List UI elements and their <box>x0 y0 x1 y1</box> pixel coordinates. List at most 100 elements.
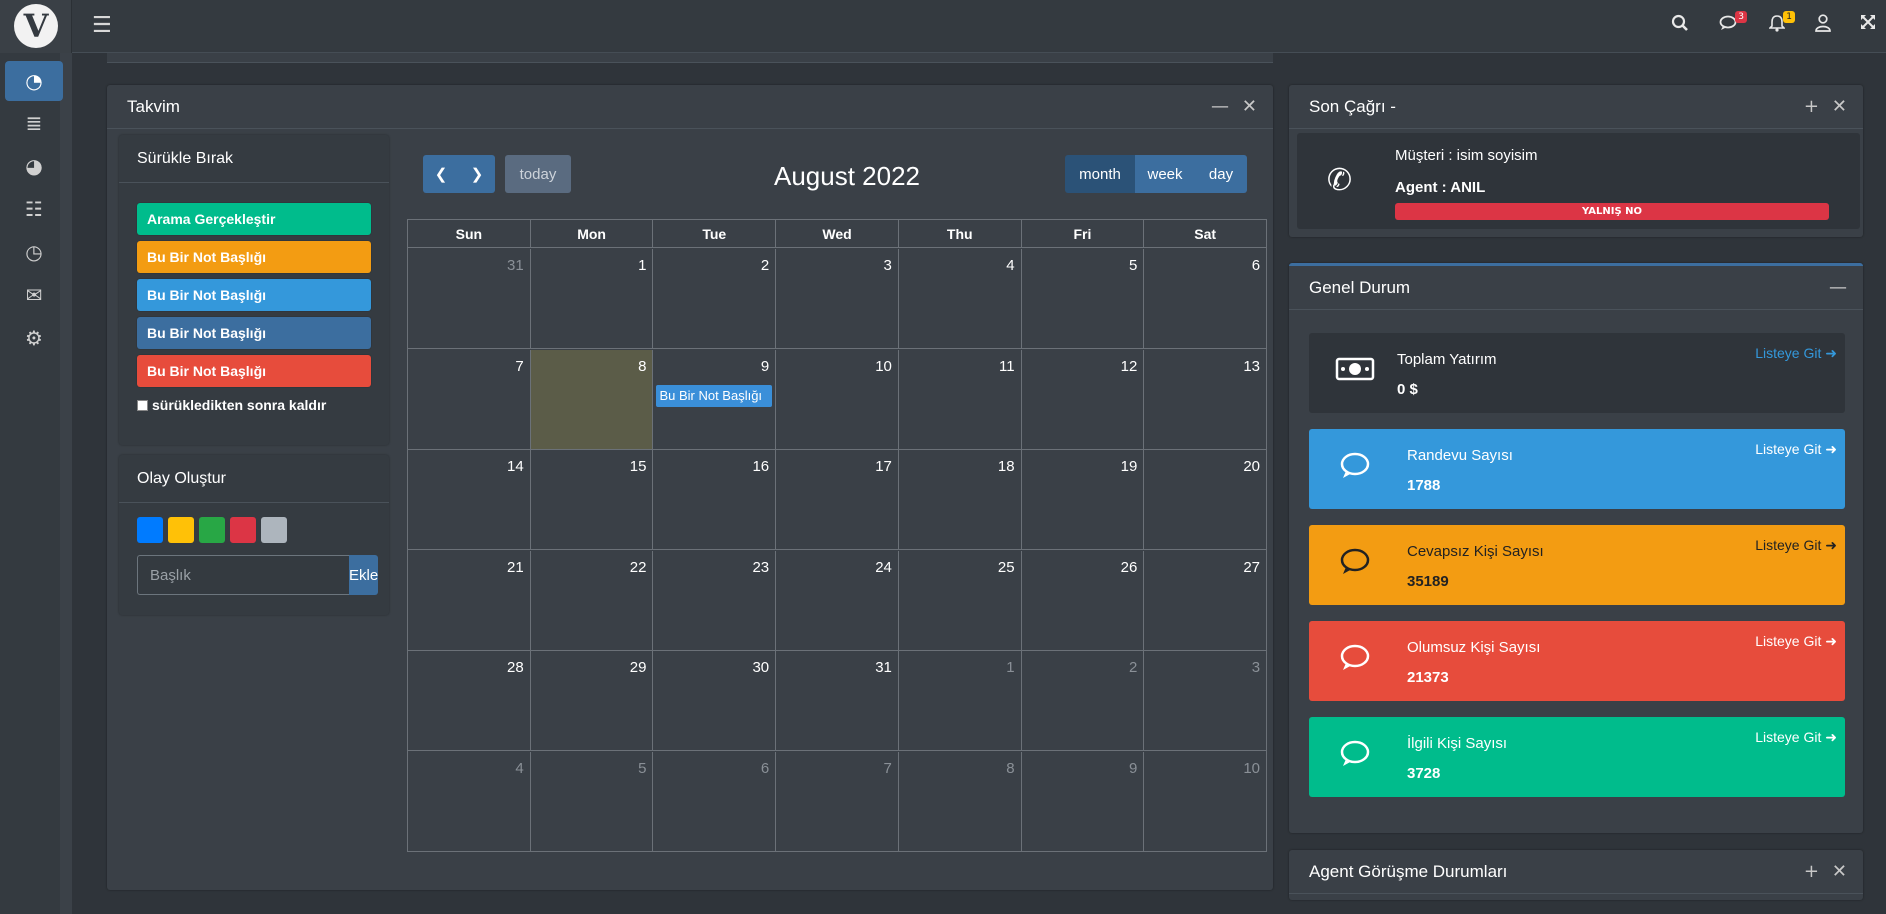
close-icon[interactable]: ✕ <box>1832 862 1847 882</box>
plus-icon[interactable]: + <box>1804 862 1819 882</box>
next-month-button[interactable]: ❯ <box>459 155 495 193</box>
calendar-day-cell[interactable]: 5 <box>1022 249 1145 348</box>
calendar-day-cell[interactable]: 15 <box>531 450 654 549</box>
comment-icon <box>1335 451 1375 487</box>
calendar-day-cell[interactable]: 12 <box>1022 349 1145 449</box>
calendar-day-cell[interactable]: 27 <box>1144 551 1266 650</box>
color-swatch-blue[interactable] <box>137 517 163 543</box>
calendar-day-cell[interactable]: 23 <box>653 550 777 650</box>
calendar-day-cell[interactable]: 7 <box>408 349 531 449</box>
calendar-day-cell[interactable]: 7 <box>776 751 899 852</box>
minimize-icon[interactable]: — <box>1829 278 1847 298</box>
calendar-day-cell[interactable]: 6 <box>653 751 777 852</box>
day-number: 10 <box>875 357 892 375</box>
close-icon[interactable]: ✕ <box>1242 97 1257 117</box>
external-event[interactable]: Bu Bir Not Başlığı <box>137 279 371 311</box>
view-month-button[interactable]: month <box>1065 155 1135 193</box>
sidebar-item-sms[interactable]: ✉ <box>5 275 63 315</box>
calendar-day-cell[interactable]: 9 Bu Bir Not Başlığı <box>653 349 777 449</box>
prev-month-button[interactable]: ❮ <box>423 155 459 193</box>
calendar-day-cell[interactable]: 21 <box>408 550 531 650</box>
calendar-day-cell[interactable]: 1 <box>899 651 1022 750</box>
fullscreen-icon[interactable] <box>1856 14 1880 38</box>
stat-label: İlgili Kişi Sayısı <box>1407 735 1508 752</box>
calendar-day-cell[interactable]: 8 <box>899 751 1022 852</box>
sidebar-item-database[interactable]: ≣ <box>5 103 63 143</box>
user-icon[interactable] <box>1811 14 1835 38</box>
list-link[interactable]: Listeye Git ➜ <box>1755 537 1837 554</box>
calendar-day-cell[interactable]: 6 <box>1144 249 1266 348</box>
minimize-icon[interactable]: — <box>1211 97 1229 117</box>
calendar-day-cell[interactable]: 4 <box>408 751 531 852</box>
external-event[interactable]: Bu Bir Not Başlığı <box>137 317 371 349</box>
calendar-day-cell[interactable]: 9 <box>1022 751 1145 852</box>
day-number: 12 <box>1120 357 1138 375</box>
calendar-day-cell[interactable]: 28 <box>408 651 531 750</box>
calendar-event[interactable]: Bu Bir Not Başlığı <box>656 384 773 407</box>
search-icon[interactable] <box>1668 14 1692 38</box>
sidebar-item-reports[interactable]: ◕ <box>5 146 63 186</box>
brand-logo[interactable]: V <box>14 4 58 48</box>
calendar-day-cell[interactable]: 18 <box>899 450 1022 549</box>
chat-icon[interactable]: 3 <box>1717 11 1747 38</box>
calendar-day-cell[interactable]: 3 <box>776 249 899 348</box>
calendar-day-cell[interactable]: 13 <box>1144 350 1266 449</box>
add-event-button[interactable]: Ekle <box>349 555 379 595</box>
calendar-day-cell[interactable]: 2 <box>653 249 777 348</box>
list-link[interactable]: Listeye Git ➜ <box>1755 441 1837 458</box>
calendar-day-cell[interactable]: 20 <box>1144 450 1266 549</box>
day-number: 29 <box>629 659 647 676</box>
calendar-day-cell[interactable]: 8 <box>530 349 654 449</box>
close-icon[interactable]: ✕ <box>1832 97 1847 117</box>
menu-toggle-icon[interactable]: ☰ <box>92 14 116 38</box>
list-link[interactable]: Listeye Git ➜ <box>1755 345 1837 362</box>
calendar-day-cell[interactable]: 11 <box>899 349 1022 449</box>
remove-after-drop[interactable]: sürükledikten sonra kaldır <box>137 397 326 413</box>
calendar-day-cell[interactable]: 17 <box>776 450 899 549</box>
day-number: 25 <box>997 558 1015 576</box>
plus-icon[interactable]: + <box>1804 97 1819 117</box>
calendar-day-cell[interactable]: 29 <box>531 651 654 750</box>
color-swatch-gray[interactable] <box>261 517 287 543</box>
external-event[interactable]: Arama Gerçekleştir <box>137 203 371 235</box>
calendar-day-cell[interactable]: 25 <box>899 550 1022 650</box>
color-swatch-green[interactable] <box>199 517 225 543</box>
external-event[interactable]: Bu Bir Not Başlığı <box>137 241 371 273</box>
calendar-week-row: 21 22 23 24 25 26 27 <box>408 550 1266 651</box>
remove-after-drop-checkbox[interactable] <box>137 399 148 411</box>
calendar-day-cell[interactable]: 16 <box>653 450 777 549</box>
sidebar-item-list[interactable]: ☷ <box>5 189 63 229</box>
sidebar-item-dashboard[interactable]: ◔ <box>5 61 63 101</box>
calendar-day-cell[interactable]: 4 <box>899 249 1022 348</box>
day-number: 13 <box>1243 357 1261 375</box>
view-day-button[interactable]: day <box>1195 155 1247 193</box>
calendar-day-cell[interactable]: 31 <box>776 651 899 750</box>
calendar-day-cell[interactable]: 5 <box>531 751 654 852</box>
view-week-button[interactable]: week <box>1135 155 1195 193</box>
arrow-circle-right-icon: ➜ <box>1821 345 1837 361</box>
calendar-day-cell[interactable]: 10 <box>776 349 899 449</box>
calendar-day-cell[interactable]: 10 <box>1144 752 1266 852</box>
calendar-day-cell[interactable]: 19 <box>1022 450 1145 549</box>
calendar-day-cell[interactable]: 2 <box>1022 651 1145 750</box>
calendar-day-cell[interactable]: 14 <box>408 450 531 549</box>
calendar-day-cell[interactable]: 24 <box>776 550 899 650</box>
calendar-day-cell[interactable]: 3 <box>1144 651 1266 750</box>
today-button[interactable]: today <box>505 155 571 193</box>
color-swatch-red[interactable] <box>230 517 256 543</box>
calendar-day-cell[interactable]: 22 <box>531 550 654 650</box>
sidebar-item-settings[interactable]: ⚙ <box>5 318 63 358</box>
calendar-day-cell[interactable]: 26 <box>1022 550 1145 650</box>
color-swatch-yellow[interactable] <box>168 517 194 543</box>
list-link[interactable]: Listeye Git ➜ <box>1755 633 1837 650</box>
calendar-day-cell[interactable]: 1 <box>531 249 654 348</box>
sidebar: ◔ ≣ ◕ ☷ ◷ ✉ ⚙ <box>0 53 72 914</box>
calendar-day-cell[interactable]: 30 <box>653 651 777 750</box>
sidebar-item-history[interactable]: ◷ <box>5 232 63 272</box>
external-event[interactable]: Bu Bir Not Başlığı <box>137 355 371 387</box>
bell-icon[interactable]: 1 <box>1765 11 1795 38</box>
list-link[interactable]: Listeye Git ➜ <box>1755 729 1837 746</box>
calendar-day-cell[interactable]: 31 <box>408 249 531 348</box>
new-event-title-input[interactable] <box>137 555 349 595</box>
panel-title: Son Çağrı - <box>1289 85 1863 129</box>
